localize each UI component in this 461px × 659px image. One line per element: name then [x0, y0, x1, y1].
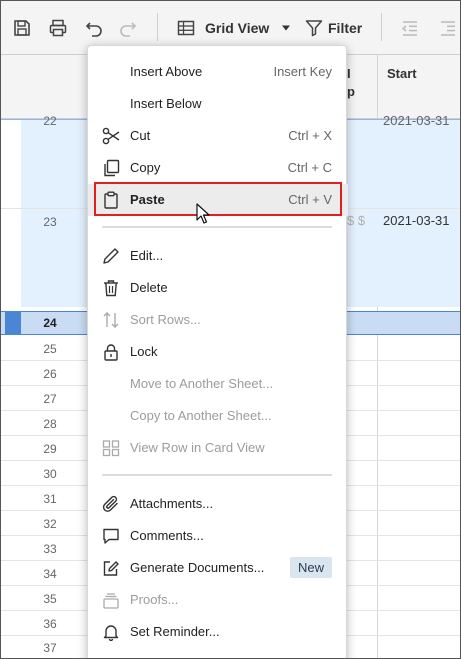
menu-item-copy-to-sheet: Copy to Another Sheet...	[88, 400, 348, 432]
view-switcher-label: Grid View	[205, 20, 270, 36]
mouse-cursor-icon	[196, 203, 210, 224]
cell-currency[interactable]: $ $	[347, 213, 365, 228]
row-number[interactable]: 37	[11, 641, 89, 655]
row-number[interactable]: 35	[11, 592, 89, 606]
cell-start-date[interactable]: 2021-03-31	[383, 113, 450, 128]
row-number[interactable]: 34	[11, 567, 89, 581]
new-badge: New	[289, 557, 332, 578]
menu-item-label: Generate Documents...	[130, 560, 265, 575]
menu-item-label: Delete	[130, 280, 168, 295]
print-icon[interactable]	[45, 15, 71, 41]
row-number-selected[interactable]: 24	[11, 316, 89, 330]
document-edit-icon	[103, 561, 119, 576]
row-number[interactable]: 31	[11, 492, 89, 506]
menu-item-paste[interactable]: Paste Ctrl + V	[88, 182, 348, 216]
menu-item-label: Lock	[130, 344, 158, 359]
row-number[interactable]: 23	[11, 215, 89, 229]
menu-item-generate-documents[interactable]: Generate Documents... New	[88, 552, 348, 584]
menu-item-insert-above[interactable]: Insert Above Insert Key	[88, 56, 348, 88]
menu-separator	[102, 226, 332, 228]
row-number[interactable]: 36	[11, 617, 89, 631]
lock-icon	[104, 344, 118, 361]
proofs-icon	[103, 593, 119, 609]
menu-item-move-to-sheet: Move to Another Sheet...	[88, 368, 348, 400]
row-number[interactable]: 30	[11, 467, 89, 481]
caret-down-icon	[282, 25, 291, 31]
toolbar-divider	[381, 13, 382, 41]
grid-view-icon	[177, 20, 195, 36]
menu-item-label: Edit...	[130, 248, 164, 263]
row-number[interactable]: 28	[11, 417, 89, 431]
menu-item-shortcut: Ctrl + V	[288, 192, 332, 207]
menu-item-set-reminder[interactable]: Set Reminder...	[88, 616, 348, 648]
filter-button[interactable]: Filter	[305, 15, 365, 41]
menu-item-shortcut: Ctrl + C	[287, 160, 332, 175]
menu-item-lock[interactable]: Lock	[88, 336, 348, 368]
sort-icon	[103, 312, 119, 328]
menu-item-label: Paste	[130, 192, 165, 207]
menu-item-delete[interactable]: Delete	[88, 272, 348, 304]
row-number[interactable]: 32	[11, 517, 89, 531]
menu-item-label: Set Reminder...	[130, 624, 220, 639]
menu-item-sort-rows: Sort Rows...	[88, 304, 348, 336]
column-header-start[interactable]: Start	[387, 65, 417, 83]
menu-item-card-view: View Row in Card View	[88, 432, 348, 464]
menu-item-copy[interactable]: Copy Ctrl + C	[88, 152, 348, 184]
bell-icon	[103, 625, 119, 641]
menu-item-proofs: Proofs...	[88, 584, 348, 616]
toolbar-divider	[157, 13, 158, 41]
cell-start-date[interactable]: 2021-03-31	[383, 213, 450, 228]
app-window: Grid View Filter I p Start 22 2021-03-31…	[0, 0, 461, 659]
menu-item-comments[interactable]: Comments...	[88, 520, 348, 552]
pencil-icon	[103, 248, 119, 264]
menu-item-label: Attachments...	[130, 496, 214, 511]
paperclip-icon	[102, 495, 118, 512]
indent-icon	[435, 15, 460, 41]
menu-item-label: Sort Rows...	[130, 312, 201, 327]
trash-icon	[104, 280, 118, 297]
copy-icon	[104, 159, 120, 177]
column-header-partial[interactable]: I p	[347, 65, 355, 101]
menu-separator	[102, 474, 332, 476]
filter-label: Filter	[328, 20, 363, 36]
menu-item-shortcut: Ctrl + X	[288, 128, 332, 143]
comment-icon	[103, 528, 119, 544]
menu-item-label: Copy to Another Sheet...	[130, 408, 272, 423]
menu-item-label: Comments...	[130, 528, 204, 543]
row-number[interactable]: 22	[11, 114, 89, 128]
row-number[interactable]: 33	[11, 542, 89, 556]
menu-item-edit[interactable]: Edit...	[88, 240, 348, 272]
menu-item-label: Insert Above	[130, 64, 203, 79]
row-context-menu: Insert Above Insert Key Insert Below Cut…	[87, 45, 348, 658]
menu-item-insert-below[interactable]: Insert Below	[88, 88, 348, 120]
menu-item-cut[interactable]: Cut Ctrl + X	[88, 120, 348, 152]
row-number[interactable]: 25	[11, 342, 89, 356]
clipboard-icon	[104, 191, 118, 209]
menu-item-label: Insert Below	[130, 96, 202, 111]
row-number[interactable]: 27	[11, 392, 89, 406]
scissors-icon	[102, 127, 120, 145]
menu-item-shortcut: Insert Key	[273, 64, 332, 79]
menu-item-label: Proofs...	[130, 592, 179, 607]
menu-item-attachments[interactable]: Attachments...	[88, 488, 348, 520]
row-number[interactable]: 26	[11, 367, 89, 381]
menu-item-label: Move to Another Sheet...	[130, 376, 274, 391]
row-number[interactable]: 29	[11, 442, 89, 456]
menu-item-label: View Row in Card View	[130, 440, 265, 455]
menu-item-label: Copy	[130, 160, 161, 175]
card-view-icon	[102, 440, 120, 457]
outdent-icon	[397, 15, 423, 41]
view-switcher[interactable]: Grid View	[177, 15, 293, 41]
menu-item-label: Cut	[130, 128, 151, 143]
undo-icon[interactable]	[81, 15, 107, 41]
filter-icon	[305, 20, 323, 37]
redo-icon	[115, 15, 141, 41]
save-icon[interactable]	[9, 15, 35, 41]
